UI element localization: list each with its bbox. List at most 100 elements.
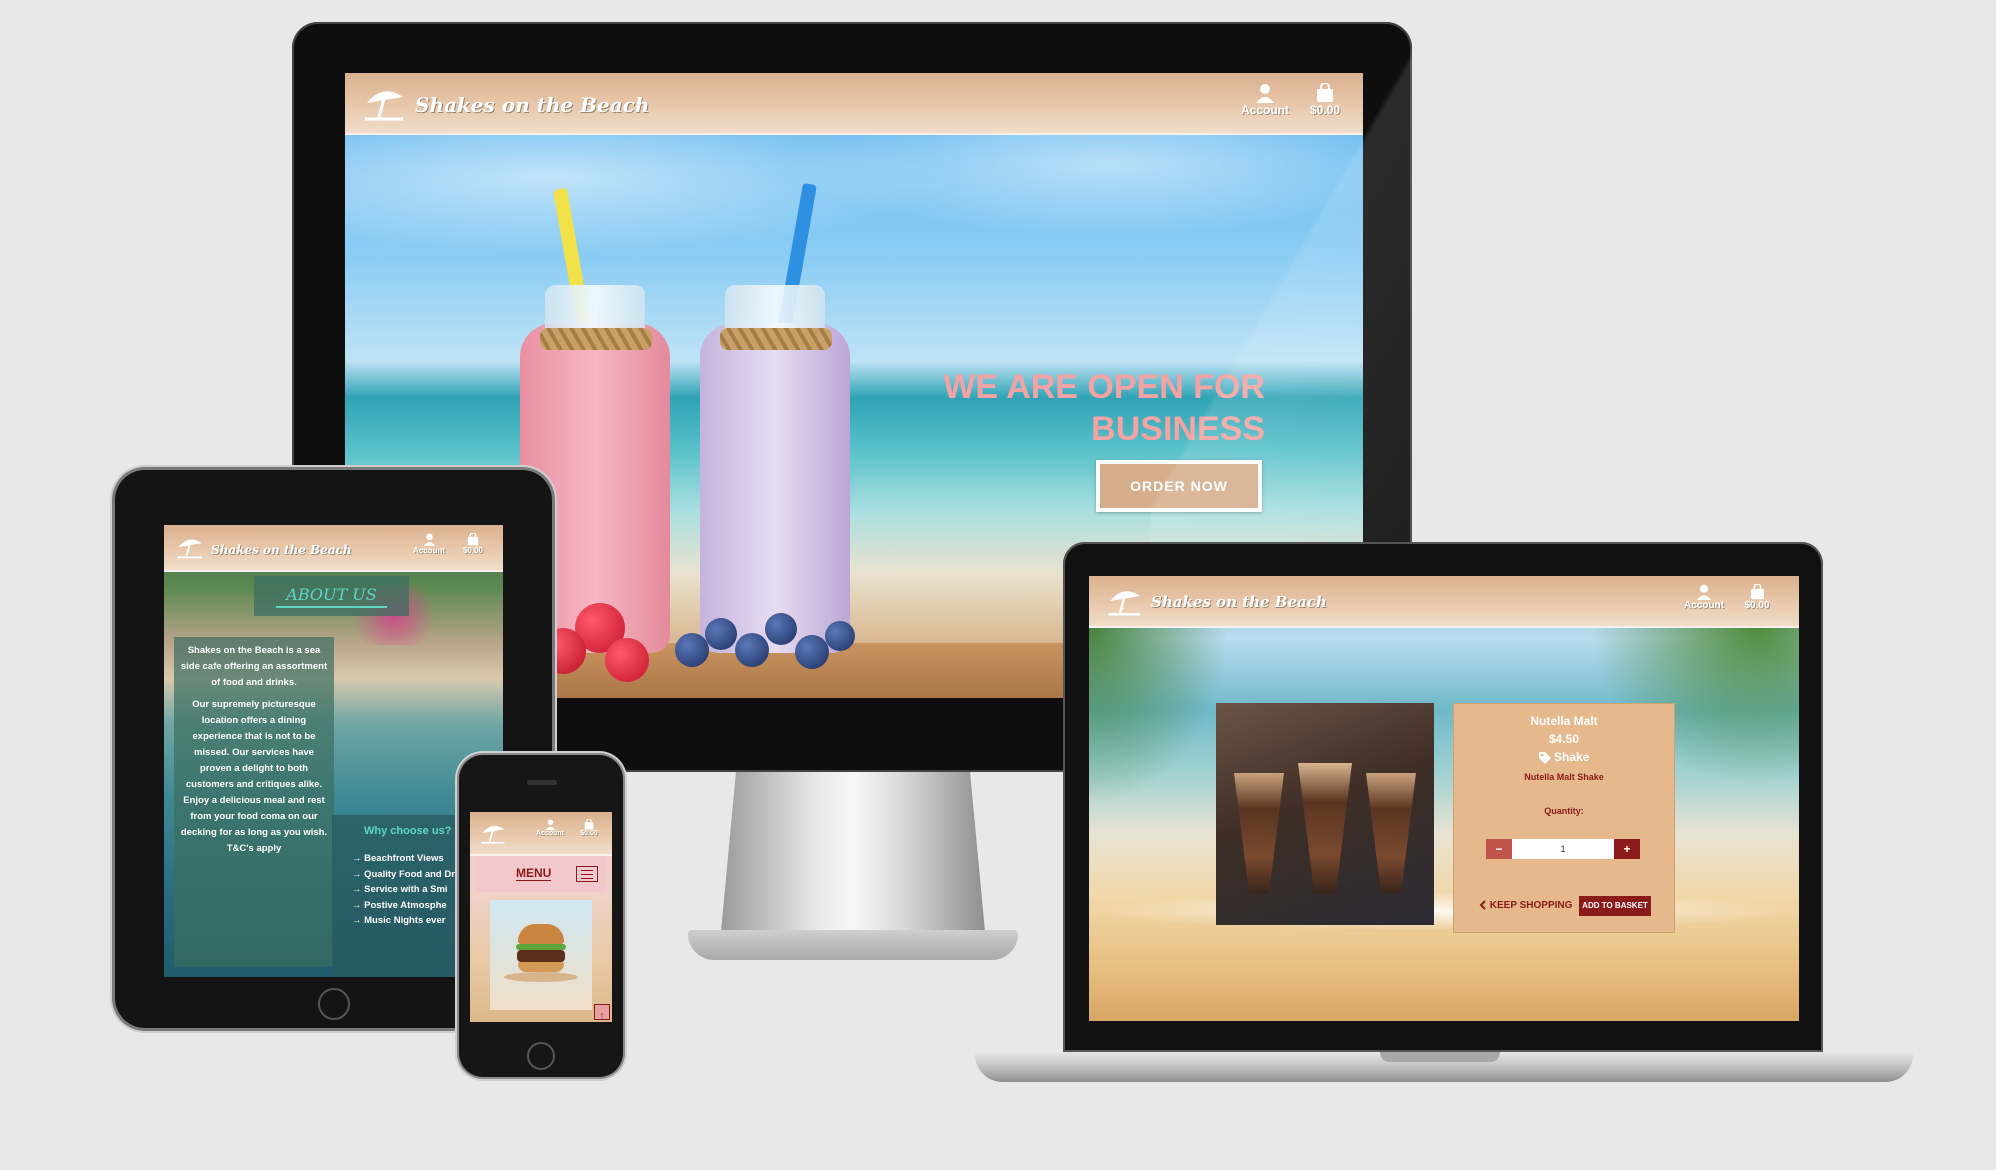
account-label: Account (1684, 600, 1724, 611)
umbrella-logo-icon[interactable] (176, 533, 206, 561)
umbrella-logo-icon[interactable] (363, 83, 409, 123)
keep-shopping-label: KEEP SHOPPING (1489, 900, 1573, 911)
shake-glass (1298, 763, 1352, 893)
shopping-bag-icon (1750, 584, 1764, 600)
why-title: Why choose us? (364, 825, 452, 837)
account-link[interactable]: Account (532, 819, 568, 837)
about-title: ABOUT US (276, 585, 387, 608)
shopping-bag-icon (584, 819, 594, 830)
why-item-label: Service with a Smi (364, 884, 448, 895)
site-brand-logo[interactable]: Shakes on the Beach (211, 543, 352, 557)
basket-total: $0.00 (462, 546, 484, 555)
arrow-right-icon: → (352, 884, 362, 895)
product-image (1216, 703, 1434, 925)
tablet-screen: Shakes on the Beach Account $0.00 ABOUT … (164, 525, 503, 977)
basket-link[interactable]: $0.00 (1737, 584, 1777, 611)
basket-total: $0.00 (580, 830, 598, 837)
phone-screen: Account $0.00 MENU ↑ (470, 812, 612, 1022)
why-item: → Quality Food and Dr (352, 867, 455, 883)
back-to-top-button[interactable]: ↑ (594, 1004, 610, 1020)
burger-bun-top (518, 924, 564, 944)
arrow-right-icon: → (352, 899, 362, 911)
tablet-home-button (318, 988, 350, 1020)
purple-bottle-rope (720, 328, 832, 350)
menu-item-image[interactable] (490, 900, 592, 1010)
laptop-notch (1380, 1052, 1500, 1062)
account-label: Account (536, 830, 564, 837)
palm-leaves-left (1089, 626, 1229, 806)
blueberry (735, 633, 769, 667)
product-name: Nutella Malt (1530, 714, 1598, 728)
basket-link[interactable]: $0.00 (574, 819, 604, 837)
why-item-label: Music Nights ever (364, 915, 446, 926)
why-item-label: Beachfront Views (364, 853, 444, 864)
umbrella-logo-icon[interactable] (480, 820, 508, 846)
user-icon (1696, 584, 1712, 600)
quantity-stepper: − 1 + (1486, 839, 1640, 859)
about-paragraph-1: Shakes on the Beach is a sea side cafe o… (180, 645, 328, 688)
surf-foam (1089, 891, 1799, 931)
product-details-card: Nutella Malt $4.50 Shake Nutella Malt Sh… (1453, 703, 1675, 933)
umbrella-logo-icon[interactable] (1107, 584, 1145, 618)
about-text-box: Shakes on the Beach is a sea side cafe o… (174, 637, 334, 967)
desktop-monitor-base (688, 930, 1018, 960)
blueberry (765, 613, 797, 645)
about-title-box: ABOUT US (254, 576, 409, 616)
product-price: $4.50 (1548, 732, 1580, 746)
about-paragraph-2: Our supremely picturesque location offer… (180, 699, 328, 854)
arrow-right-icon: → (352, 868, 362, 880)
menu-title: MENU (516, 866, 552, 881)
laptop-screen: Shakes on the Beach Account $0.00 Nutell… (1089, 576, 1799, 1021)
product-description: Nutella Malt Shake (1524, 772, 1604, 782)
site-brand-logo[interactable]: Shakes on the Beach (1151, 593, 1327, 611)
why-list: → Beachfront Views → Quality Food and Dr… (352, 851, 455, 929)
pink-bottle-rope (540, 328, 652, 350)
site-brand-logo[interactable]: Shakes on the Beach (415, 93, 649, 117)
why-item: → Beachfront Views (352, 851, 455, 867)
quantity-input[interactable]: 1 (1512, 839, 1614, 859)
site-header: Shakes on the Beach Account $0.00 (164, 525, 503, 572)
blueberry (675, 633, 709, 667)
product-category-label: Shake (1553, 750, 1590, 764)
burger-bun-bottom (518, 962, 564, 972)
chevron-left-icon (1479, 900, 1486, 911)
arrow-up-icon: ↑ (599, 1010, 605, 1020)
keep-shopping-link[interactable]: KEEP SHOPPING (1479, 900, 1572, 911)
account-label: Account (413, 546, 445, 555)
desktop-monitor-stand (720, 772, 986, 942)
add-to-basket-button[interactable]: ADD TO BASKET (1579, 896, 1651, 916)
shake-glass (1234, 773, 1284, 893)
blueberry (795, 635, 829, 669)
blueberry (705, 618, 737, 650)
blueberry (825, 621, 855, 651)
why-item-label: Postive Atmosphe (364, 899, 447, 911)
account-link[interactable]: Account (409, 533, 449, 555)
burger-patty (517, 950, 565, 962)
basket-link[interactable]: $0.00 (457, 533, 489, 555)
raspberry (605, 638, 649, 682)
user-icon (423, 533, 435, 546)
shake-glass (1366, 773, 1416, 893)
user-icon (545, 819, 555, 830)
why-item: → Postive Atmosphe (352, 898, 455, 914)
quantity-decrement-button[interactable]: − (1486, 839, 1512, 859)
product-category[interactable]: Shake (1454, 750, 1674, 764)
why-item-label: Quality Food and Dr (364, 868, 455, 880)
account-link[interactable]: Account (1679, 584, 1729, 611)
why-item: → Music Nights ever (352, 913, 455, 929)
site-header: Account $0.00 (470, 812, 612, 856)
tag-icon (1538, 751, 1551, 764)
phone-home-button (527, 1042, 555, 1070)
arrow-right-icon: → (352, 915, 362, 926)
purple-shake-bottle (700, 323, 850, 653)
arrow-right-icon: → (352, 853, 362, 864)
menu-bar: MENU (476, 856, 606, 892)
quantity-label: Quantity: (1544, 806, 1584, 816)
phone-speaker (527, 780, 557, 785)
why-item: → Service with a Smi (352, 882, 455, 898)
site-header: Shakes on the Beach Account $0.00 (1089, 576, 1799, 628)
quantity-increment-button[interactable]: + (1614, 839, 1640, 859)
shopping-bag-icon (467, 533, 479, 546)
burger-plate (504, 972, 578, 982)
hamburger-icon[interactable] (576, 866, 598, 882)
